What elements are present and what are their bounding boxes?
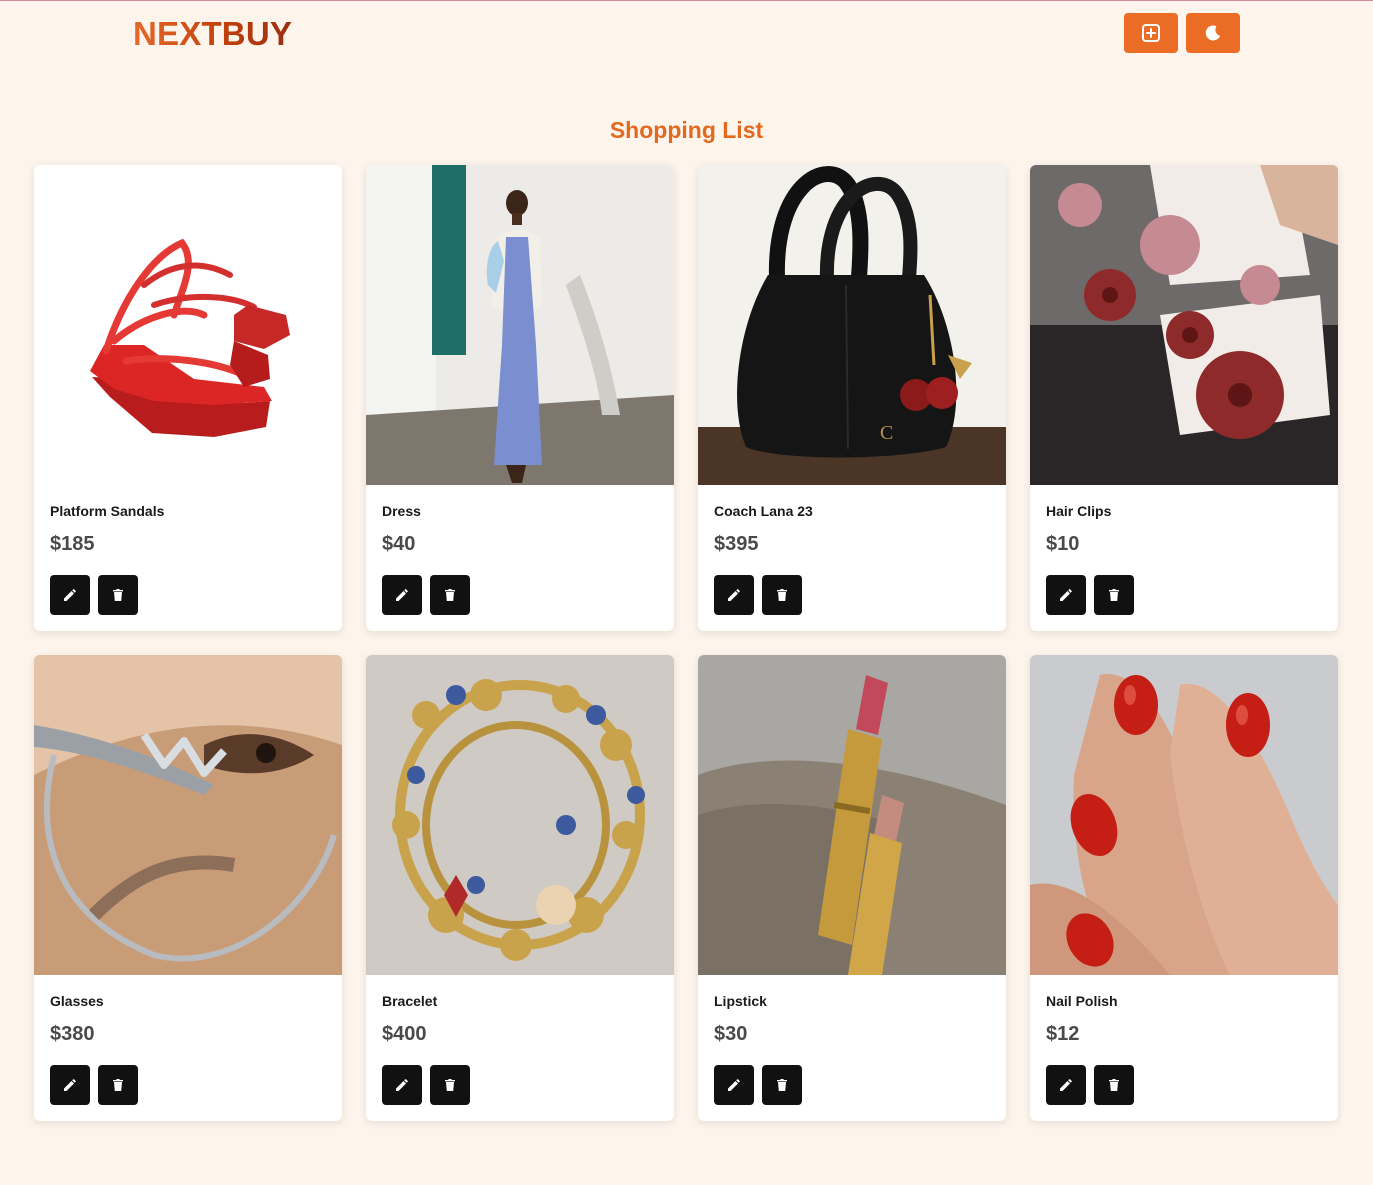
pencil-icon bbox=[1060, 589, 1072, 601]
product-image: C bbox=[698, 165, 1006, 485]
delete-button[interactable] bbox=[762, 1065, 802, 1105]
pencil-icon bbox=[1060, 1079, 1072, 1091]
product-name: Coach Lana 23 bbox=[714, 503, 813, 519]
delete-button[interactable] bbox=[1094, 575, 1134, 615]
delete-button[interactable] bbox=[98, 1065, 138, 1105]
product-name: Platform Sandals bbox=[50, 503, 165, 519]
product-name: Glasses bbox=[50, 993, 104, 1009]
pencil-icon bbox=[396, 589, 408, 601]
trash-icon bbox=[113, 1079, 123, 1091]
product-card: C Coach Lana 23 $395 bbox=[698, 165, 1006, 631]
trash-icon bbox=[445, 1079, 455, 1091]
product-name: Nail Polish bbox=[1046, 993, 1118, 1009]
delete-button[interactable] bbox=[430, 1065, 470, 1105]
svg-text:C: C bbox=[880, 422, 893, 444]
product-image bbox=[366, 655, 674, 975]
product-price: $380 bbox=[50, 1023, 95, 1045]
pencil-icon bbox=[396, 1079, 408, 1091]
trash-icon bbox=[113, 589, 123, 601]
pencil-icon bbox=[728, 1079, 740, 1091]
theme-toggle-button[interactable] bbox=[1186, 13, 1240, 53]
product-name: Dress bbox=[382, 503, 421, 519]
delete-button[interactable] bbox=[98, 575, 138, 615]
page-title: Shopping List bbox=[609, 117, 764, 143]
add-product-button[interactable] bbox=[1124, 13, 1178, 53]
trash-icon bbox=[1109, 1079, 1119, 1091]
product-card: Nail Polish $12 bbox=[1030, 655, 1338, 1121]
edit-button[interactable] bbox=[382, 1065, 422, 1105]
product-image bbox=[1030, 165, 1338, 485]
product-card: Platform Sandals $185 bbox=[34, 165, 342, 631]
product-price: $40 bbox=[382, 533, 416, 555]
moon-icon bbox=[1205, 25, 1221, 41]
product-price: $395 bbox=[714, 533, 759, 555]
product-card: Hair Clips $10 bbox=[1030, 165, 1338, 631]
edit-button[interactable] bbox=[50, 1065, 90, 1105]
edit-button[interactable] bbox=[714, 575, 754, 615]
edit-button[interactable] bbox=[382, 575, 422, 615]
trash-icon bbox=[445, 589, 455, 601]
product-card: Glasses $380 bbox=[34, 655, 342, 1121]
trash-icon bbox=[777, 1079, 787, 1091]
product-card: Lipstick $30 bbox=[698, 655, 1006, 1121]
delete-button[interactable] bbox=[762, 575, 802, 615]
edit-button[interactable] bbox=[1046, 1065, 1086, 1105]
edit-button[interactable] bbox=[714, 1065, 754, 1105]
product-name: Bracelet bbox=[382, 993, 438, 1009]
product-card: Dress $40 bbox=[366, 165, 674, 631]
trash-icon bbox=[1109, 589, 1119, 601]
product-price: $30 bbox=[714, 1023, 748, 1045]
product-name: Lipstick bbox=[714, 993, 767, 1009]
trash-icon bbox=[777, 589, 787, 601]
pencil-icon bbox=[728, 589, 740, 601]
product-price: $400 bbox=[382, 1023, 427, 1045]
delete-button[interactable] bbox=[430, 575, 470, 615]
product-image bbox=[34, 655, 342, 975]
product-name: Hair Clips bbox=[1046, 503, 1112, 519]
product-price: $185 bbox=[50, 533, 95, 555]
pencil-icon bbox=[64, 1079, 76, 1091]
product-card: Bracelet $400 bbox=[366, 655, 674, 1121]
pencil-icon bbox=[64, 589, 76, 601]
product-price: $10 bbox=[1046, 533, 1080, 555]
edit-button[interactable] bbox=[50, 575, 90, 615]
product-image bbox=[698, 655, 1006, 975]
plus-square-icon bbox=[1142, 24, 1160, 42]
product-image bbox=[1030, 655, 1338, 975]
app-logo[interactable]: NEXTBUY bbox=[133, 14, 292, 54]
edit-button[interactable] bbox=[1046, 575, 1086, 615]
app-header: NEXTBUY bbox=[0, 0, 1373, 70]
product-price: $12 bbox=[1046, 1023, 1080, 1045]
product-image bbox=[366, 165, 674, 485]
delete-button[interactable] bbox=[1094, 1065, 1134, 1105]
product-image bbox=[34, 165, 342, 485]
